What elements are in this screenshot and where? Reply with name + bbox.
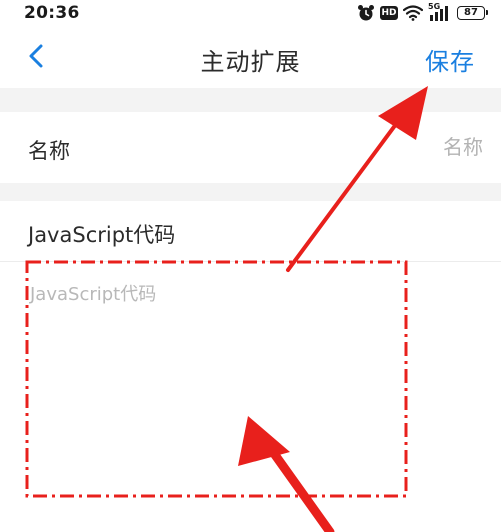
status-time: 20:36 bbox=[24, 3, 80, 23]
section-gap bbox=[0, 183, 501, 201]
wifi-icon bbox=[403, 5, 423, 21]
save-button[interactable]: 保存 bbox=[425, 42, 475, 77]
section-gap bbox=[0, 88, 501, 112]
cellular-signal-icon: 5G bbox=[428, 2, 452, 22]
alarm-clock-icon bbox=[357, 4, 375, 22]
battery-icon: 87 bbox=[457, 6, 488, 20]
js-code-label: JavaScript代码 bbox=[28, 223, 176, 247]
hd-badge: HD bbox=[380, 6, 398, 20]
name-label: 名称 bbox=[28, 139, 70, 163]
name-row: 名称 bbox=[0, 112, 501, 183]
divider bbox=[0, 261, 501, 262]
nav-bar: 主动扩展 保存 bbox=[0, 26, 501, 88]
js-code-textarea[interactable] bbox=[22, 272, 482, 522]
js-code-header: JavaScript代码 bbox=[0, 201, 501, 261]
status-icons: HD 5G 87 bbox=[357, 2, 488, 23]
name-input[interactable] bbox=[263, 131, 483, 163]
status-bar: 20:36 HD 5G 87 bbox=[0, 0, 501, 26]
